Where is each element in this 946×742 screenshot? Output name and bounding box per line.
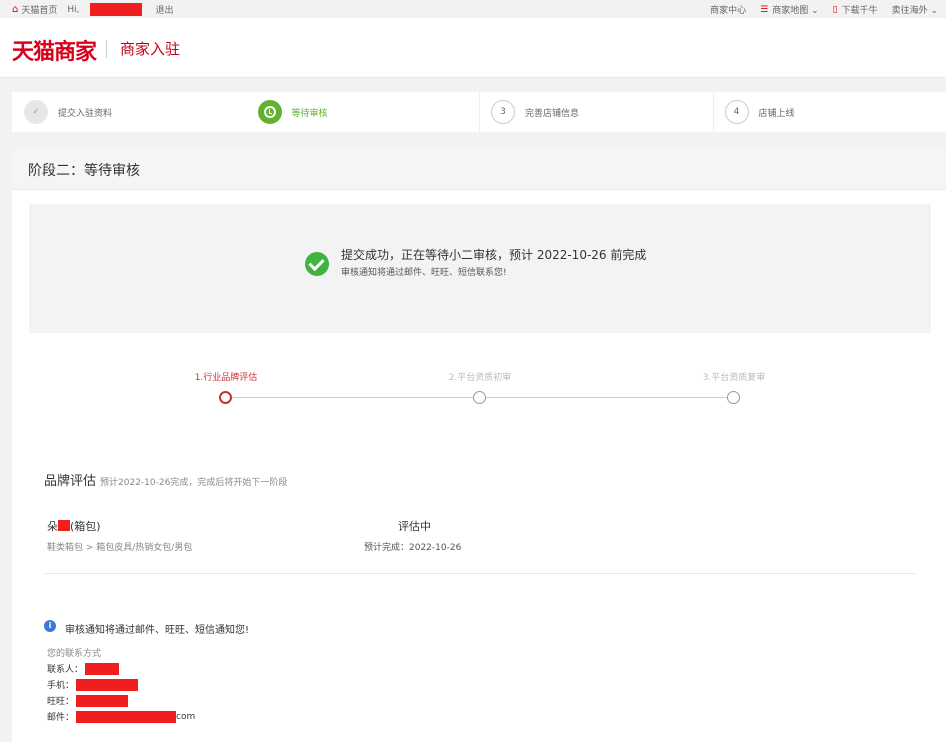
brand-status: 评估中 [398, 520, 431, 533]
list-icon: ☰ [760, 4, 769, 15]
step-number: 4 [733, 107, 740, 117]
step-shop-online: 4 店铺上线 [713, 92, 946, 132]
submission-success-box: 提交成功，正在等待小二审核，预计 2022-10-26 前完成 审核通知将通过邮… [29, 204, 931, 333]
redacted-contact [85, 662, 120, 675]
step-complete-shop-info: 3 完善店铺信息 [479, 92, 714, 132]
phone-label: 手机： [47, 681, 75, 691]
phone-icon: ▯ [832, 4, 838, 15]
logout-link[interactable]: 退出 [156, 3, 174, 16]
wangwang-row: 旺旺： [47, 694, 129, 707]
step-waiting-review: 等待审核 [245, 92, 480, 132]
step-label: 店铺上线 [758, 108, 795, 119]
success-message: 提交成功，正在等待小二审核，预计 2022-10-26 前完成 [341, 248, 647, 262]
brand-eval-heading: 品牌评估 预计2022-10-26完成，完成后将开始下一阶段 [44, 470, 287, 489]
step-number: ✓ [32, 107, 40, 117]
step-number: 3 [500, 107, 506, 117]
notice-text: 审核通知将通过邮件、旺旺、短信通知您! [65, 625, 250, 636]
phone-row: 手机： [47, 678, 139, 691]
overseas-link[interactable]: 卖往海外 ⌄ [892, 3, 938, 16]
step-label: 等待审核 [291, 108, 328, 119]
sitemap-link[interactable]: 商家地图 ⌄ [772, 3, 818, 16]
contact-person-row: 联系人： [47, 662, 120, 675]
logo-divider [106, 40, 107, 58]
panel-header: 阶段二：等待审核 [12, 148, 946, 190]
brand-eval-title: 品牌评估 [44, 474, 97, 489]
redacted-email [76, 710, 177, 723]
contact-person-label: 联系人： [47, 665, 84, 675]
brand-name-suffix: (箱包) [70, 520, 101, 533]
brand-eval-note: 预计2022-10-26完成，完成后将开始下一阶段 [100, 478, 288, 488]
timeline-dot [473, 391, 486, 404]
home-icon[interactable]: ⌂ [12, 4, 18, 15]
step-number-badge: 3 [491, 100, 515, 124]
brand-name: 朵 (箱包) [47, 518, 101, 534]
step-label: 提交入驻资料 [58, 108, 113, 119]
sitemap-label: 商家地图 [772, 6, 809, 16]
tmall-merchant-logo[interactable]: 天猫商家 [12, 34, 97, 66]
check-icon: ✓ [24, 100, 48, 124]
success-submessage: 审核通知将通过邮件、旺旺、短信联系您! [341, 268, 507, 278]
merchant-center-link[interactable]: 商家中心 [710, 3, 746, 16]
contact-title: 您的联系方式 [47, 649, 102, 659]
timeline-label-initial-review: 2.平台资质初审 [448, 373, 512, 383]
redacted-username [89, 3, 142, 16]
section-divider [44, 573, 916, 574]
success-check-icon [305, 252, 329, 276]
email-suffix: com [176, 711, 196, 722]
wangwang-label: 旺旺： [47, 697, 75, 707]
greeting: Hi, [67, 4, 80, 15]
brand-name-prefix: 朵 [47, 520, 58, 533]
timeline-label-brand-eval: 1.行业品牌评估 [194, 373, 258, 383]
timeline-dot [727, 391, 740, 404]
timeline-dot-active [219, 391, 232, 404]
step-number-badge: 4 [724, 100, 749, 124]
brand-category: 鞋类箱包 > 箱包皮具/热销女包/男包 [47, 543, 193, 553]
page-title: 阶段二：等待审核 [28, 163, 140, 179]
email-label: 邮件： [47, 713, 75, 723]
info-icon: i [44, 620, 56, 632]
step-submit-info: ✓ 提交入驻资料 [12, 92, 247, 132]
review-panel: 阶段二：等待审核 提交成功，正在等待小二审核，预计 2022-10-26 前完成… [12, 148, 946, 742]
page-header: 天猫商家 商家入驻 [0, 18, 946, 78]
top-nav-bar: ⌂ 天猫首页 Hi, 退出 商家中心 ☰ 商家地图 ⌄ ▯ 下载千牛 卖往海外 … [0, 0, 946, 18]
onboarding-stepper: ✓ 提交入驻资料 等待审核 3 完善店铺信息 4 店铺上线 [12, 92, 946, 132]
download-qianniu-link[interactable]: 下载千牛 [842, 3, 878, 16]
home-link[interactable]: 天猫首页 [21, 3, 57, 16]
timeline-label-final-review: 3.平台资质复审 [702, 373, 766, 383]
overseas-label: 卖往海外 [891, 6, 928, 16]
redacted-wangwang [76, 694, 129, 707]
email-row: 邮件： com [47, 710, 195, 723]
redacted-brand [58, 520, 70, 531]
brand-eta: 预计完成：2022-10-26 [364, 543, 462, 553]
step-label: 完善店铺信息 [525, 108, 580, 119]
clock-icon [257, 100, 282, 124]
header-subtitle: 商家入驻 [120, 40, 181, 58]
redacted-phone [76, 678, 139, 691]
